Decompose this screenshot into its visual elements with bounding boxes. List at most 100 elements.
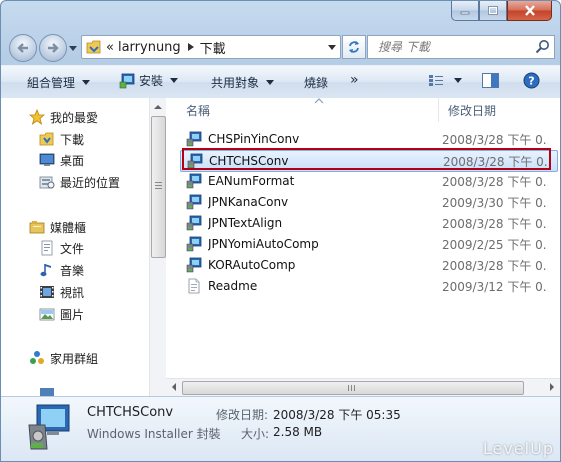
file-modified-date: 2009/3/30 下午 0...	[442, 195, 548, 210]
nav-item-videos[interactable]: 視訊	[39, 282, 84, 302]
sort-ascending-icon	[314, 98, 324, 104]
nav-item-documents[interactable]: 文件	[39, 238, 84, 258]
file-modified-date: 2008/3/28 下午 0...	[442, 132, 548, 147]
installer-icon	[186, 173, 202, 189]
column-header-name[interactable]: 名稱	[186, 100, 210, 120]
recent-pages-dropdown[interactable]	[69, 41, 77, 55]
installer-icon	[119, 73, 135, 88]
homegroup-icon	[29, 350, 45, 366]
nav-item-label: 文件	[60, 241, 85, 256]
nav-item-pictures[interactable]: 圖片	[39, 304, 84, 324]
star-icon	[29, 109, 45, 125]
nav-homegroup-label: 家用群組	[50, 351, 99, 366]
breadcrumb-user[interactable]: larrynung	[118, 40, 181, 55]
chevron-down-icon	[266, 80, 275, 85]
install-button[interactable]: 安裝	[119, 72, 179, 89]
nav-item-label: 下載	[60, 132, 85, 147]
computer-icon	[39, 388, 55, 396]
pictures-icon	[39, 306, 55, 322]
chevron-down-icon	[328, 44, 336, 50]
navigation-pane-scrollbar[interactable]	[149, 98, 166, 396]
detail-file-type: Windows Installer 封裝	[87, 427, 221, 441]
nav-favorites[interactable]: 我的最愛	[29, 107, 98, 127]
documents-icon	[39, 240, 55, 256]
file-row[interactable]: JPNTextAlign 2008/3/28 下午 0...	[180, 213, 556, 233]
downloads-folder-icon	[39, 131, 55, 147]
detail-size-value: 2.58 MB	[273, 425, 323, 439]
minimize-button[interactable]	[451, 1, 479, 21]
back-button[interactable]	[9, 34, 37, 62]
nav-item-label: 圖片	[60, 307, 85, 322]
preview-pane-button[interactable]	[482, 73, 499, 88]
search-box[interactable]	[367, 35, 555, 59]
column-header-date[interactable]: 修改日期	[448, 100, 496, 120]
maximize-icon	[488, 6, 498, 15]
forward-button[interactable]	[39, 34, 67, 62]
close-icon	[524, 5, 535, 16]
nav-item-downloads[interactable]: 下載	[39, 129, 84, 149]
search-input[interactable]	[376, 39, 530, 55]
minimize-icon	[460, 11, 470, 14]
help-button[interactable]: ?	[523, 72, 540, 89]
file-row[interactable]: Readme 2009/3/12 下午 0...	[180, 276, 556, 296]
file-row[interactable]: EANumFormat 2008/3/28 下午 0...	[180, 171, 556, 191]
more-commands-button[interactable]: »	[350, 72, 359, 88]
chevron-down-icon	[69, 46, 77, 51]
details-pane: CHTCHSConv Windows Installer 封裝 修改日期: 20…	[1, 396, 560, 461]
preview-pane-icon	[482, 73, 499, 88]
scrollbar-thumb[interactable]	[151, 116, 166, 258]
address-overflow[interactable]: «	[106, 40, 114, 55]
file-name: EANumFormat	[208, 174, 295, 188]
file-modified-date: 2008/3/28 下午 0...	[442, 216, 548, 231]
grip-icon	[348, 385, 355, 391]
nav-libraries[interactable]: 媒體櫃	[29, 217, 86, 237]
scroll-left-icon[interactable]	[167, 379, 181, 395]
nav-item-desktop[interactable]: 桌面	[39, 150, 84, 170]
file-row[interactable]: CHSPinYinConv 2008/3/28 下午 0...	[180, 129, 556, 149]
file-modified-date: 2008/3/28 下午 0...	[443, 154, 549, 169]
organize-button[interactable]: 組合管理	[27, 74, 91, 91]
scroll-right-icon[interactable]	[545, 379, 559, 395]
grip-icon	[155, 182, 162, 189]
detail-size-label: 大小:	[241, 427, 270, 441]
caption-buttons	[451, 1, 552, 21]
file-name: Readme	[208, 279, 258, 293]
chevron-right-icon[interactable]	[187, 43, 194, 51]
file-row[interactable]: JPNKanaConv 2009/3/30 下午 0...	[180, 192, 556, 212]
installer-icon	[187, 153, 203, 169]
file-row-selected[interactable]: CHTCHSConv 2008/3/28 下午 0...	[180, 150, 558, 172]
nav-item-recent-places[interactable]: 最近的位置	[39, 172, 120, 192]
help-icon: ?	[523, 72, 540, 89]
explorer-window: « larrynung 下載 組合管理	[0, 0, 561, 462]
navigation-bar: « larrynung 下載	[9, 31, 555, 62]
organize-label: 組合管理	[27, 76, 76, 90]
column-name-label: 名稱	[186, 103, 211, 118]
chevron-down-icon	[170, 78, 179, 83]
breadcrumb-downloads[interactable]: 下載	[200, 38, 226, 57]
scrollbar-thumb[interactable]	[182, 381, 524, 395]
back-arrow-icon	[17, 43, 28, 53]
close-button[interactable]	[507, 1, 552, 21]
file-list-horizontal-scrollbar[interactable]	[166, 378, 560, 396]
file-row[interactable]: JPNYomiAutoComp 2009/2/25 下午 0...	[180, 234, 556, 254]
installer-icon	[186, 194, 202, 210]
nav-homegroup[interactable]: 家用群組	[29, 348, 98, 368]
burn-button[interactable]: 燒錄	[304, 74, 328, 91]
search-icon[interactable]	[535, 39, 550, 54]
address-bar[interactable]: « larrynung 下載	[81, 35, 341, 59]
scroll-up-icon[interactable]	[150, 100, 166, 114]
installer-icon	[186, 257, 202, 273]
nav-item-computer-partial[interactable]	[39, 388, 60, 396]
nav-item-music[interactable]: 音樂	[39, 260, 84, 280]
refresh-button[interactable]	[342, 35, 366, 59]
view-options-button[interactable]	[428, 73, 462, 87]
file-row[interactable]: KORAutoComp 2008/3/28 下午 0...	[180, 255, 556, 275]
address-history-dropdown[interactable]	[324, 36, 340, 58]
share-button[interactable]: 共用對象	[211, 74, 275, 91]
watermark-logo: LevelUp	[482, 439, 554, 458]
refresh-icon	[349, 41, 359, 53]
music-note-icon	[39, 262, 55, 278]
column-divider[interactable]	[438, 98, 439, 122]
maximize-button[interactable]	[479, 1, 507, 21]
file-modified-date: 2008/3/28 下午 0...	[442, 258, 548, 273]
